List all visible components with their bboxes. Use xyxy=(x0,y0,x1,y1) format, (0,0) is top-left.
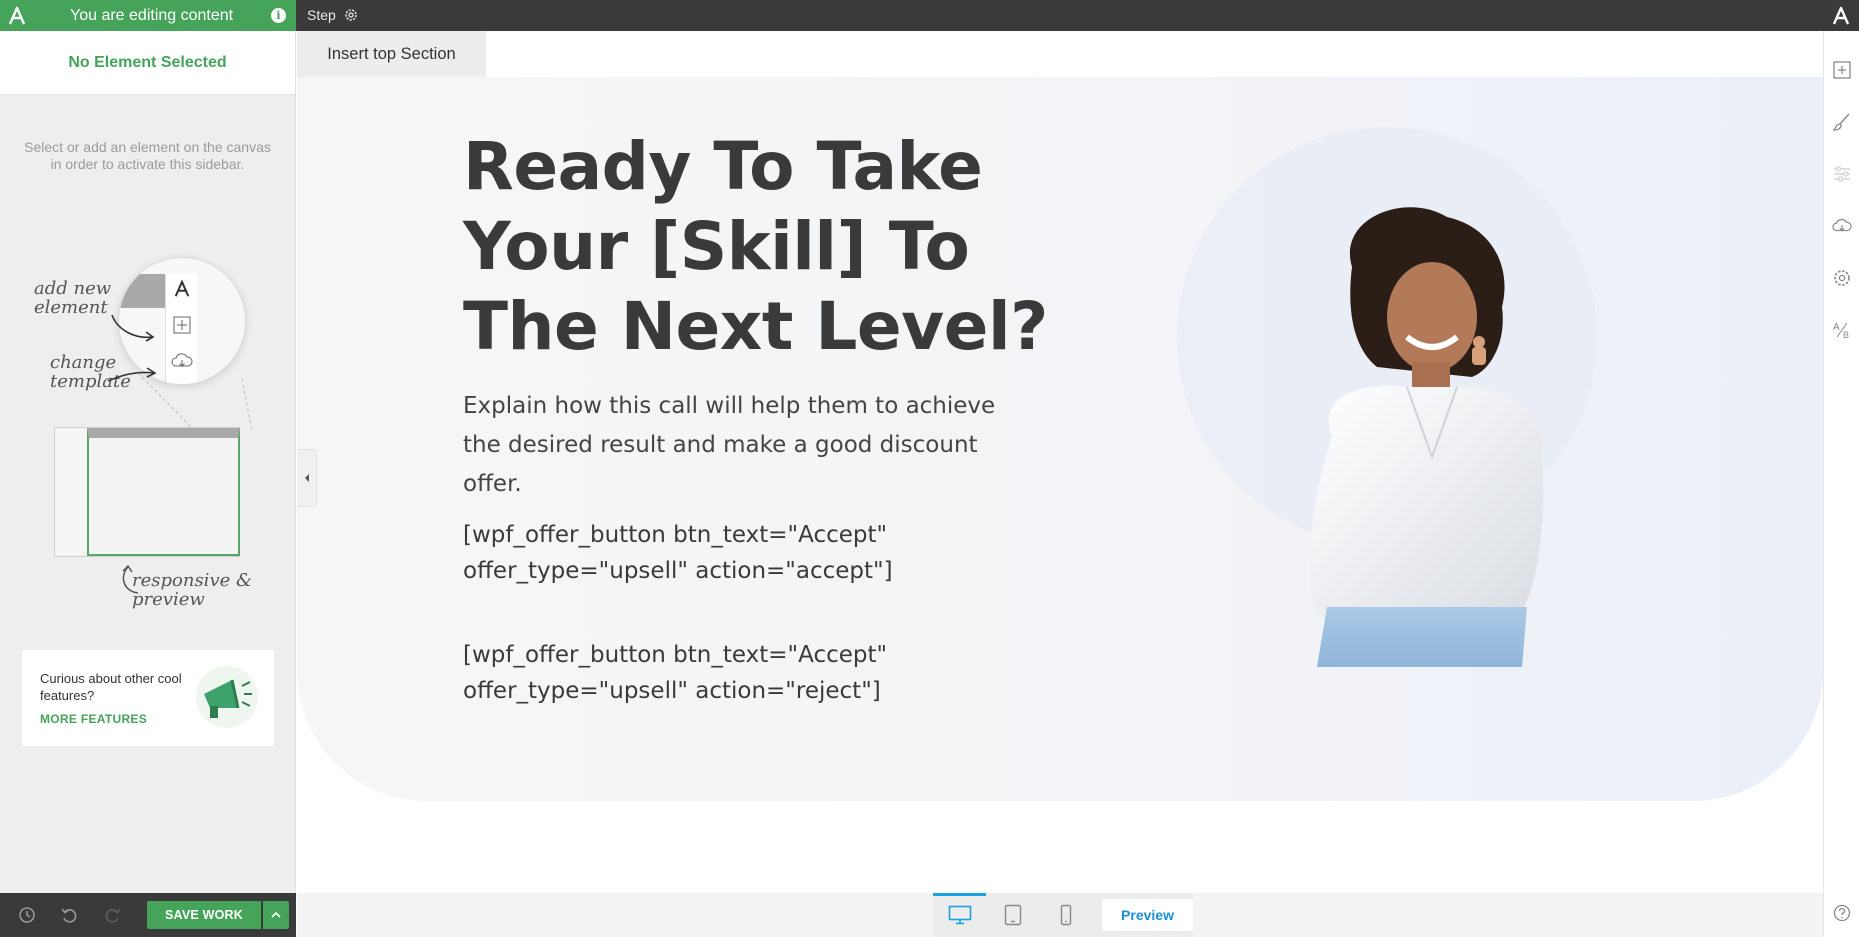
illus-logo-icon xyxy=(174,280,190,297)
brand-logo-icon xyxy=(1823,0,1859,31)
app-logo-icon[interactable] xyxy=(0,0,34,31)
brush-icon[interactable] xyxy=(1832,112,1852,132)
ab-test-icon[interactable]: A B xyxy=(1832,320,1852,340)
hero-section[interactable]: Ready To Take Your [Skill] To The Next L… xyxy=(297,77,1823,801)
tablet-view-button[interactable] xyxy=(986,893,1039,937)
step-settings-icon[interactable] xyxy=(343,7,359,23)
tablet-icon xyxy=(1004,904,1021,926)
desktop-view-button[interactable] xyxy=(933,893,987,937)
offer-shortcode-reject[interactable]: [wpf_offer_button btn_text="Accept" offe… xyxy=(463,637,923,709)
illus-add-icon xyxy=(173,316,191,334)
illus-mini-screen xyxy=(54,427,240,557)
illus-cloud-icon xyxy=(171,353,193,367)
editing-banner: You are editing content i xyxy=(0,0,296,31)
more-features-card: Curious about other cool features? MORE … xyxy=(22,650,274,746)
element-sidebar: No Element Selected Select or add an ele… xyxy=(0,31,296,893)
illus-curl-arrow xyxy=(122,564,139,594)
save-work-button[interactable]: SAVE WORK xyxy=(147,901,261,929)
save-bar: SAVE WORK xyxy=(0,893,296,937)
page-canvas: Ready To Take Your [Skill] To The Next L… xyxy=(297,31,1823,893)
editing-status-text: You are editing content xyxy=(70,6,234,24)
top-bar: You are editing content i Step xyxy=(0,0,1859,31)
features-text: Curious about other cool features? xyxy=(40,671,182,703)
mobile-icon xyxy=(1060,904,1071,926)
help-icon[interactable] xyxy=(1832,903,1852,923)
right-toolbar: A B xyxy=(1823,31,1859,937)
device-toolbar: Preview xyxy=(933,893,1193,937)
gear-icon[interactable] xyxy=(1832,268,1852,288)
hero-subtitle[interactable]: Explain how this call will help them to … xyxy=(463,387,1023,504)
svg-text:B: B xyxy=(1843,330,1849,340)
onboarding-illustration: add new element change template responsi… xyxy=(22,221,262,621)
sliders-icon[interactable] xyxy=(1832,164,1852,184)
add-icon[interactable] xyxy=(1832,60,1852,80)
svg-text:A: A xyxy=(1833,322,1840,333)
chevron-left-icon xyxy=(304,474,309,482)
history-icon[interactable] xyxy=(18,906,36,924)
sidebar-header: No Element Selected xyxy=(0,31,295,95)
hero-title[interactable]: Ready To Take Your [Skill] To The Next L… xyxy=(463,127,1103,367)
redo-icon[interactable] xyxy=(104,906,122,924)
illus-responsive-label: responsive & preview xyxy=(132,570,253,610)
collapse-sidebar-tab[interactable] xyxy=(297,449,317,507)
cloud-download-icon[interactable] xyxy=(1832,216,1852,236)
insert-top-section-button[interactable]: Insert top Section xyxy=(297,31,486,77)
desktop-icon xyxy=(948,905,971,925)
preview-button[interactable]: Preview xyxy=(1102,899,1193,931)
undo-icon[interactable] xyxy=(60,906,78,924)
hero-portrait-image[interactable] xyxy=(1257,197,1557,667)
info-icon[interactable]: i xyxy=(271,8,286,23)
offer-shortcode-accept[interactable]: [wpf_offer_button btn_text="Accept" offe… xyxy=(463,517,923,589)
sidebar-hint: Select or add an element on the canvas i… xyxy=(24,139,271,172)
step-label[interactable]: Step xyxy=(307,7,336,23)
more-features-link[interactable]: MORE FEATURES xyxy=(40,712,147,726)
mobile-view-button[interactable] xyxy=(1039,893,1092,937)
chevron-up-icon xyxy=(271,911,281,918)
megaphone-icon xyxy=(196,666,258,728)
save-options-button[interactable] xyxy=(263,901,289,929)
